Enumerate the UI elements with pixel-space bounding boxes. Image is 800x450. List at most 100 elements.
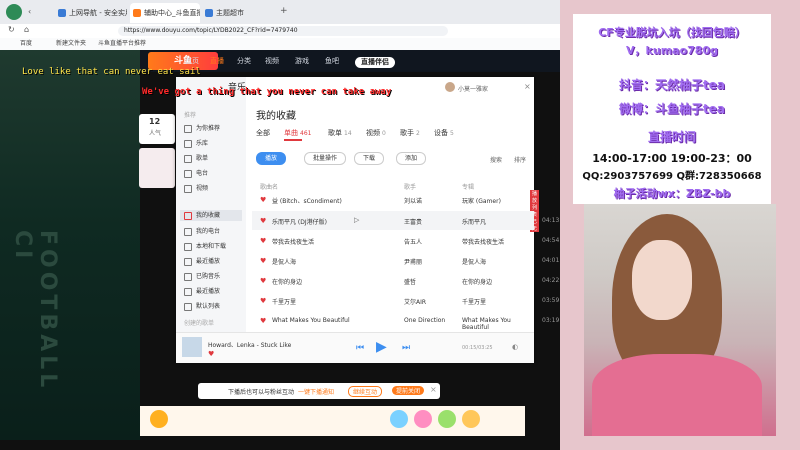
nav-fishbar[interactable]: 鱼吧 [325,56,339,66]
gift-icon[interactable] [150,410,168,428]
table-row[interactable]: ♥ 是侃人海 尹甫丽 是侃人海 04:01 [252,251,559,270]
song-artist[interactable]: 告五人 [404,237,422,246]
next-icon[interactable]: ⏭ [402,343,410,353]
tab-all[interactable]: 全部 [256,128,270,138]
heart-icon[interactable]: ♥ [260,297,266,305]
sidebar-item-default[interactable]: 默认列表 [184,301,220,311]
song-artist[interactable]: 刘以诺 [404,196,422,205]
album-cover[interactable] [182,337,202,357]
song-album[interactable]: 千里万里 [462,297,486,306]
sidebar-item-myradio[interactable]: 我的电台 [184,226,220,236]
anchor-avatar[interactable] [139,148,175,188]
tab-underline [284,139,302,141]
heart-icon[interactable]: ♥ [260,217,266,225]
close-early-button[interactable]: 提前关闭 [392,386,425,395]
heart-icon[interactable]: ♥ [260,277,266,285]
sidebar-item-video[interactable]: 视频 [184,183,208,193]
batch-button[interactable]: 批量操作 [304,152,347,165]
sidebar-item-radio[interactable]: 电台 [184,168,208,178]
back-icon[interactable]: ‹ [28,7,31,16]
heart-icon[interactable]: ♥ [260,257,266,265]
row-play-icon[interactable]: ▷ [354,216,359,224]
add-button[interactable]: 添加 [396,152,427,165]
song-artist[interactable]: One Direction [404,317,445,324]
refresh-icon[interactable]: ↻ [8,25,15,34]
song-artist[interactable]: 王富贵 [404,217,422,226]
nav-home[interactable]: 首页 [185,56,199,66]
sidebar-item-purchased[interactable]: 已购音乐 [184,271,220,281]
sidebar-item-playlist[interactable]: 歌单 [184,153,208,163]
tab-videos[interactable]: 视频 0 [366,128,386,138]
prev-icon[interactable]: ⏮ [356,343,364,353]
song-album[interactable]: 玩家 (Gamer) [462,196,501,205]
gift-icon[interactable] [462,410,480,428]
bookmark-item[interactable]: 新建文件夹 [56,38,86,50]
sidebar-item-recent-2[interactable]: 最近播放 [184,286,220,296]
heart-icon[interactable]: ♥ [260,317,266,325]
like-icon[interactable]: ♥ [208,350,214,358]
nav-video[interactable]: 视频 [265,56,279,66]
sidebar-item-library[interactable]: 乐库 [184,138,208,148]
gift-icon[interactable] [438,410,456,428]
nav-game[interactable]: 游戏 [295,56,309,66]
user-name[interactable]: 小莫一雅家 [458,84,488,93]
browser-tab-3[interactable]: 主题超市 [202,3,272,23]
heart-icon[interactable]: ♥ [260,196,266,204]
browser-tab-active[interactable]: 辅助中心_斗鱼直播平... [130,3,200,23]
table-row[interactable]: ♥ What Makes You Beautiful One Direction… [252,311,559,331]
download-button[interactable]: 下载 [354,152,385,165]
notice-link[interactable]: 一键下播通知 [298,387,334,396]
song-artist[interactable]: 尹甫丽 [404,257,422,266]
sidebar-label: 最近播放 [196,258,221,265]
song-title: 千里万里 [272,299,297,306]
nav-category[interactable]: 分类 [237,56,251,66]
table-row[interactable]: ♥ 益 (Bitch、sCondiment) 刘以诺 玩家 (Gamer) 播放… [252,190,540,232]
tab-label: 视频 [366,129,380,137]
table-row[interactable]: ♥ 带我去找夜生活 告五人 带我去找夜生活 04:54 [252,231,559,250]
tab-playlists[interactable]: 歌单 14 [328,128,352,138]
lyric-line-1: Love like that can never eat sail [22,67,201,77]
url-input[interactable]: https://www.douyu.com/topic/LYDB2022_CF?… [118,26,448,36]
song-duration: 03:19 [542,317,560,324]
gift-icon[interactable] [390,410,408,428]
tab-artists[interactable]: 歌手 2 [400,128,420,138]
browser-tab-1[interactable]: 上网导航 - 安全实用... [55,3,127,23]
song-album[interactable]: 带我去找夜生活 [462,237,504,246]
song-album[interactable]: 是侃人海 [462,257,486,266]
sidebar-item-favorites[interactable]: 我的收藏 [180,210,242,221]
sidebar-item-recent[interactable]: 最近播放 [184,256,220,266]
heart-icon[interactable]: ♥ [260,237,266,245]
promo-line-2: V，kumao780g [626,44,718,57]
new-tab-icon[interactable]: + [280,6,288,16]
home-icon[interactable]: ⌂ [24,25,29,34]
sidebar-item-foryou[interactable]: 为你推荐 [184,123,220,133]
bookmark-item[interactable]: 斗鱼直播平台推荐 [98,38,146,50]
song-artist[interactable]: 盛哲 [404,277,416,286]
bookmark-item[interactable]: 百度 [20,38,32,50]
song-album[interactable]: What Makes You Beautiful [462,317,534,331]
table-row[interactable]: ♥ 千里万里 艾尔AIR 千里万里 03:59 [252,291,559,310]
close-icon[interactable]: × [430,385,437,394]
table-row[interactable]: ♥ 乐而平凡 (DJ港仔版) ▷ 王富贵 乐而平凡 04:13 [252,211,559,230]
song-duration: 04:22 [542,277,560,284]
sidebar-item-local[interactable]: 本地和下载 [184,241,226,251]
play-all-button[interactable]: 播放 [256,152,287,165]
play-icon[interactable]: ▶ [376,339,387,355]
tab-devices[interactable]: 设备 5 [434,128,454,138]
nav-live[interactable]: 直播 [210,56,224,66]
playlist-icon [184,154,192,163]
song-album[interactable]: 在你的身边 [462,277,492,286]
sidebar-section: 创建的歌单 [184,320,215,327]
gift-icon[interactable] [414,410,432,428]
song-artist[interactable]: 艾尔AIR [404,297,426,306]
search-button[interactable]: 搜索 [490,155,502,164]
volume-icon[interactable]: ◐ [512,343,518,351]
continue-button[interactable]: 继续互动 [348,386,383,397]
tab-songs[interactable]: 单曲 461 [284,128,311,138]
table-row[interactable]: ♥ 在你的身边 盛哲 在你的身边 04:22 [252,271,559,290]
sort-button[interactable]: 排序 [514,155,526,164]
song-album[interactable]: 乐而平凡 [462,217,486,226]
live-companion-badge[interactable]: 直播伴侣 [355,57,395,68]
user-avatar[interactable] [445,82,455,92]
close-icon[interactable]: × [524,82,531,91]
